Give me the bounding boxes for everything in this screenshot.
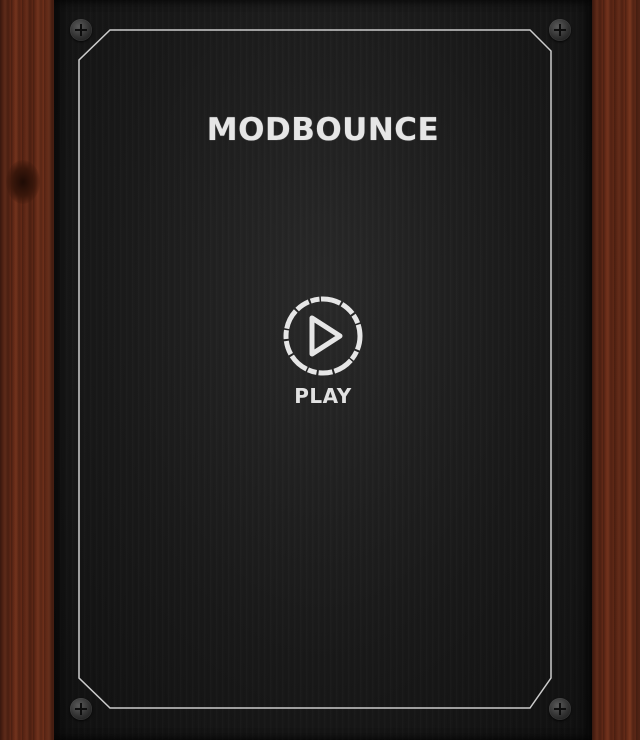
game-title: MODBOUNCE — [206, 112, 440, 148]
game-screen: MODBOUNCE PLAY — [0, 0, 640, 740]
screw-icon — [549, 19, 571, 41]
play-circle-icon — [283, 296, 363, 376]
screw-icon — [70, 698, 92, 720]
play-button[interactable] — [282, 295, 364, 377]
screw-icon — [70, 19, 92, 41]
play-label[interactable]: PLAY — [262, 384, 384, 408]
screw-icon — [549, 698, 571, 720]
